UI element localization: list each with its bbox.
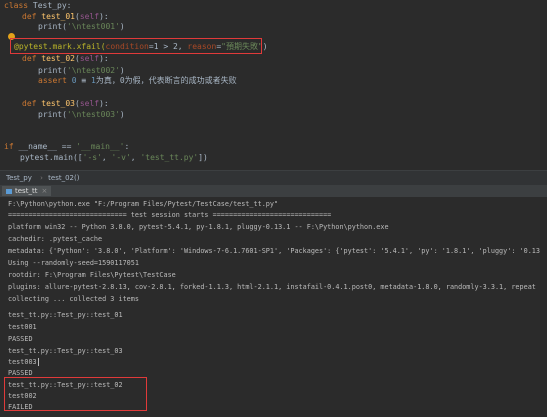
code-editor[interactable]: class Test_py: def test_01(self): print(… — [0, 0, 547, 170]
console-line: F:\Python\python.exe "F:/Program Files/P… — [8, 200, 279, 208]
keyword: def — [22, 54, 37, 63]
punct: ): — [99, 54, 109, 63]
console-line: metadata: {'Python': '3.8.0', 'Platform'… — [8, 247, 540, 255]
call: print( — [38, 110, 67, 119]
string: '\ntest001' — [66, 22, 120, 31]
breadcrumb: Test_py › test_02() — [0, 170, 547, 185]
self-param: self — [79, 54, 100, 63]
console-line: Using --randomly-seed=1590117051 — [8, 259, 139, 267]
breadcrumb-class[interactable]: Test_py — [6, 174, 32, 182]
keyword: def — [22, 12, 37, 21]
code-line-def-test02[interactable]: def test_02(self): — [22, 53, 109, 65]
breadcrumb-method[interactable]: test_02() — [48, 174, 79, 182]
console-line: platform win32 -- Python 3.8.0, pytest-5… — [8, 223, 389, 231]
code-line-pytest-main[interactable]: pytest.main(['-s', '-v', 'test_tt.py']) — [20, 152, 208, 164]
decorator-highlight-box — [10, 38, 262, 54]
console-line-with-cursor: test003 — [8, 357, 39, 368]
run-console[interactable]: F:\Python\python.exe "F:/Program Files/P… — [0, 198, 547, 417]
console-line: cachedir: .pytest_cache — [8, 235, 103, 243]
punct: ): — [99, 99, 109, 108]
function-name: test_01 — [41, 12, 75, 21]
failed-result-highlight-box — [4, 377, 147, 411]
keyword: class — [4, 1, 29, 10]
console-text: test003 — [8, 358, 37, 366]
close-icon[interactable]: × — [41, 187, 47, 195]
text-cursor — [37, 358, 39, 366]
punct: ): — [99, 12, 109, 21]
self-param: self — [79, 99, 100, 108]
self-param: self — [79, 12, 100, 21]
op: ≡ — [76, 76, 92, 85]
punct: ) — [119, 110, 125, 119]
console-line: rootdir: F:\Program Files\Pytest\TestCas… — [8, 271, 176, 279]
punct: , — [101, 153, 112, 162]
string: '-s' — [82, 153, 102, 162]
console-line: test_tt.py::Test_py::test_03 — [8, 347, 123, 355]
code-line-print-001[interactable]: print('\ntest001') — [38, 21, 125, 33]
punct: , — [130, 153, 141, 162]
keyword: def — [22, 99, 37, 108]
code-line-assert[interactable]: assert 0 ≡ 1为真，0为假，代表断言的成功或者失败 — [38, 75, 237, 87]
string: '\ntest002' — [66, 66, 120, 75]
string: '-v' — [111, 153, 131, 162]
call: pytest.main([ — [20, 153, 83, 162]
chevron-right-icon: › — [40, 174, 43, 182]
punct: ]) — [198, 153, 208, 162]
console-line: plugins: allure-pytest-2.8.13, cov-2.8.1… — [8, 283, 536, 291]
run-tab-label: test_tt — [15, 187, 38, 195]
console-line: test001 — [8, 323, 37, 331]
call: print( — [38, 22, 67, 31]
console-line: PASSED — [8, 335, 33, 343]
punct: : — [124, 142, 130, 151]
punct: ) — [119, 66, 125, 75]
function-name: test_02 — [41, 54, 75, 63]
console-line: ============================= test sessi… — [8, 211, 332, 219]
call: print( — [38, 66, 67, 75]
console-line: test_tt.py::Test_py::test_01 — [8, 311, 123, 319]
keyword: if — [4, 142, 14, 151]
function-name: test_03 — [41, 99, 75, 108]
punct: ) — [119, 22, 125, 31]
keyword: assert — [38, 76, 67, 85]
run-tab-test-tt[interactable]: test_tt × — [2, 186, 52, 196]
python-file-icon — [6, 188, 12, 194]
code-line-print-003[interactable]: print('\ntest003') — [38, 109, 125, 121]
punct: : — [66, 1, 72, 10]
string: '__main__' — [76, 142, 125, 151]
class-name: Test_py — [32, 1, 67, 10]
string: '\ntest003' — [66, 110, 120, 119]
expr: __name__ == — [13, 142, 77, 151]
comment: 为真，0为假，代表断言的成功或者失败 — [95, 76, 237, 85]
console-line: collecting ... collected 3 items — [8, 295, 139, 303]
punct: ) — [262, 42, 268, 51]
run-tool-window-bar: test_tt × — [0, 185, 547, 198]
string: 'test_tt.py' — [140, 153, 199, 162]
